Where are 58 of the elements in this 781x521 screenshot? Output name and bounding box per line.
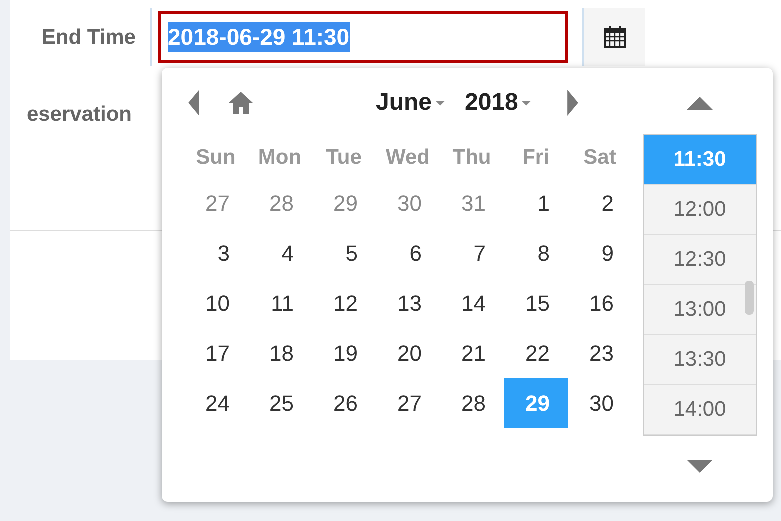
day-cell[interactable]: 28: [440, 378, 504, 428]
weekday-header: Mon: [257, 145, 303, 172]
day-cell[interactable]: 6: [376, 228, 440, 278]
day-cell[interactable]: 16: [568, 278, 632, 328]
weekday-header: Wed: [385, 145, 431, 172]
day-cell[interactable]: 14: [440, 278, 504, 328]
day-cell[interactable]: 1: [504, 178, 568, 228]
weekday-header: Sun: [195, 145, 237, 172]
scrollbar-thumb[interactable]: [745, 281, 754, 315]
calendar-button[interactable]: [582, 8, 645, 66]
day-cell[interactable]: 26: [312, 378, 376, 428]
caret-icon: [522, 100, 532, 106]
weekday-header: Sat: [582, 145, 618, 172]
year-dropdown[interactable]: 2018: [465, 85, 532, 121]
day-cell[interactable]: 31: [440, 178, 504, 228]
day-cell[interactable]: 13: [376, 278, 440, 328]
time-down-arrow[interactable]: [687, 460, 713, 473]
weekday-header: Fri: [522, 145, 550, 172]
next-month-arrow[interactable]: [567, 90, 580, 116]
day-cell[interactable]: 21: [440, 328, 504, 378]
day-cell[interactable]: 30: [568, 378, 632, 428]
time-option[interactable]: 13:30: [644, 335, 756, 385]
day-cell[interactable]: 12: [312, 278, 376, 328]
weekday-header: Thu: [452, 145, 492, 172]
day-cell[interactable]: 29: [312, 178, 376, 228]
day-cell[interactable]: 27: [184, 178, 248, 228]
weekday-header: Tue: [325, 145, 363, 172]
day-cell[interactable]: 24: [184, 378, 248, 428]
day-cell[interactable]: 28: [248, 178, 312, 228]
day-cell[interactable]: 27: [376, 378, 440, 428]
day-cell[interactable]: 5: [312, 228, 376, 278]
end-time-label: End Time: [40, 25, 137, 51]
reservation-label: eservation: [26, 102, 132, 128]
time-up-arrow[interactable]: [687, 97, 713, 110]
day-cell[interactable]: 2: [568, 178, 632, 228]
day-cell[interactable]: 11: [248, 278, 312, 328]
day-cell[interactable]: 23: [568, 328, 632, 378]
day-cell[interactable]: 3: [184, 228, 248, 278]
day-cell[interactable]: 30: [376, 178, 440, 228]
day-cell[interactable]: 4: [248, 228, 312, 278]
day-cell[interactable]: 15: [504, 278, 568, 328]
previous-month-arrow[interactable]: [188, 90, 200, 116]
caret-icon: [436, 100, 446, 106]
calendar-icon: [604, 26, 626, 48]
home-icon[interactable]: [228, 92, 254, 114]
time-option[interactable]: 14:00: [644, 385, 756, 435]
day-cell[interactable]: 20: [376, 328, 440, 378]
day-cell[interactable]: 9: [568, 228, 632, 278]
day-cell[interactable]: 22: [504, 328, 568, 378]
day-cell[interactable]: 7: [440, 228, 504, 278]
month-dropdown[interactable]: June: [376, 85, 446, 121]
time-option[interactable]: 12:00: [644, 185, 756, 235]
day-cell[interactable]: 18: [248, 328, 312, 378]
day-cell[interactable]: 8: [504, 228, 568, 278]
day-cell[interactable]: 19: [312, 328, 376, 378]
day-cell[interactable]: 17: [184, 328, 248, 378]
day-cell[interactable]: 10: [184, 278, 248, 328]
day-cell[interactable]: 25: [248, 378, 312, 428]
